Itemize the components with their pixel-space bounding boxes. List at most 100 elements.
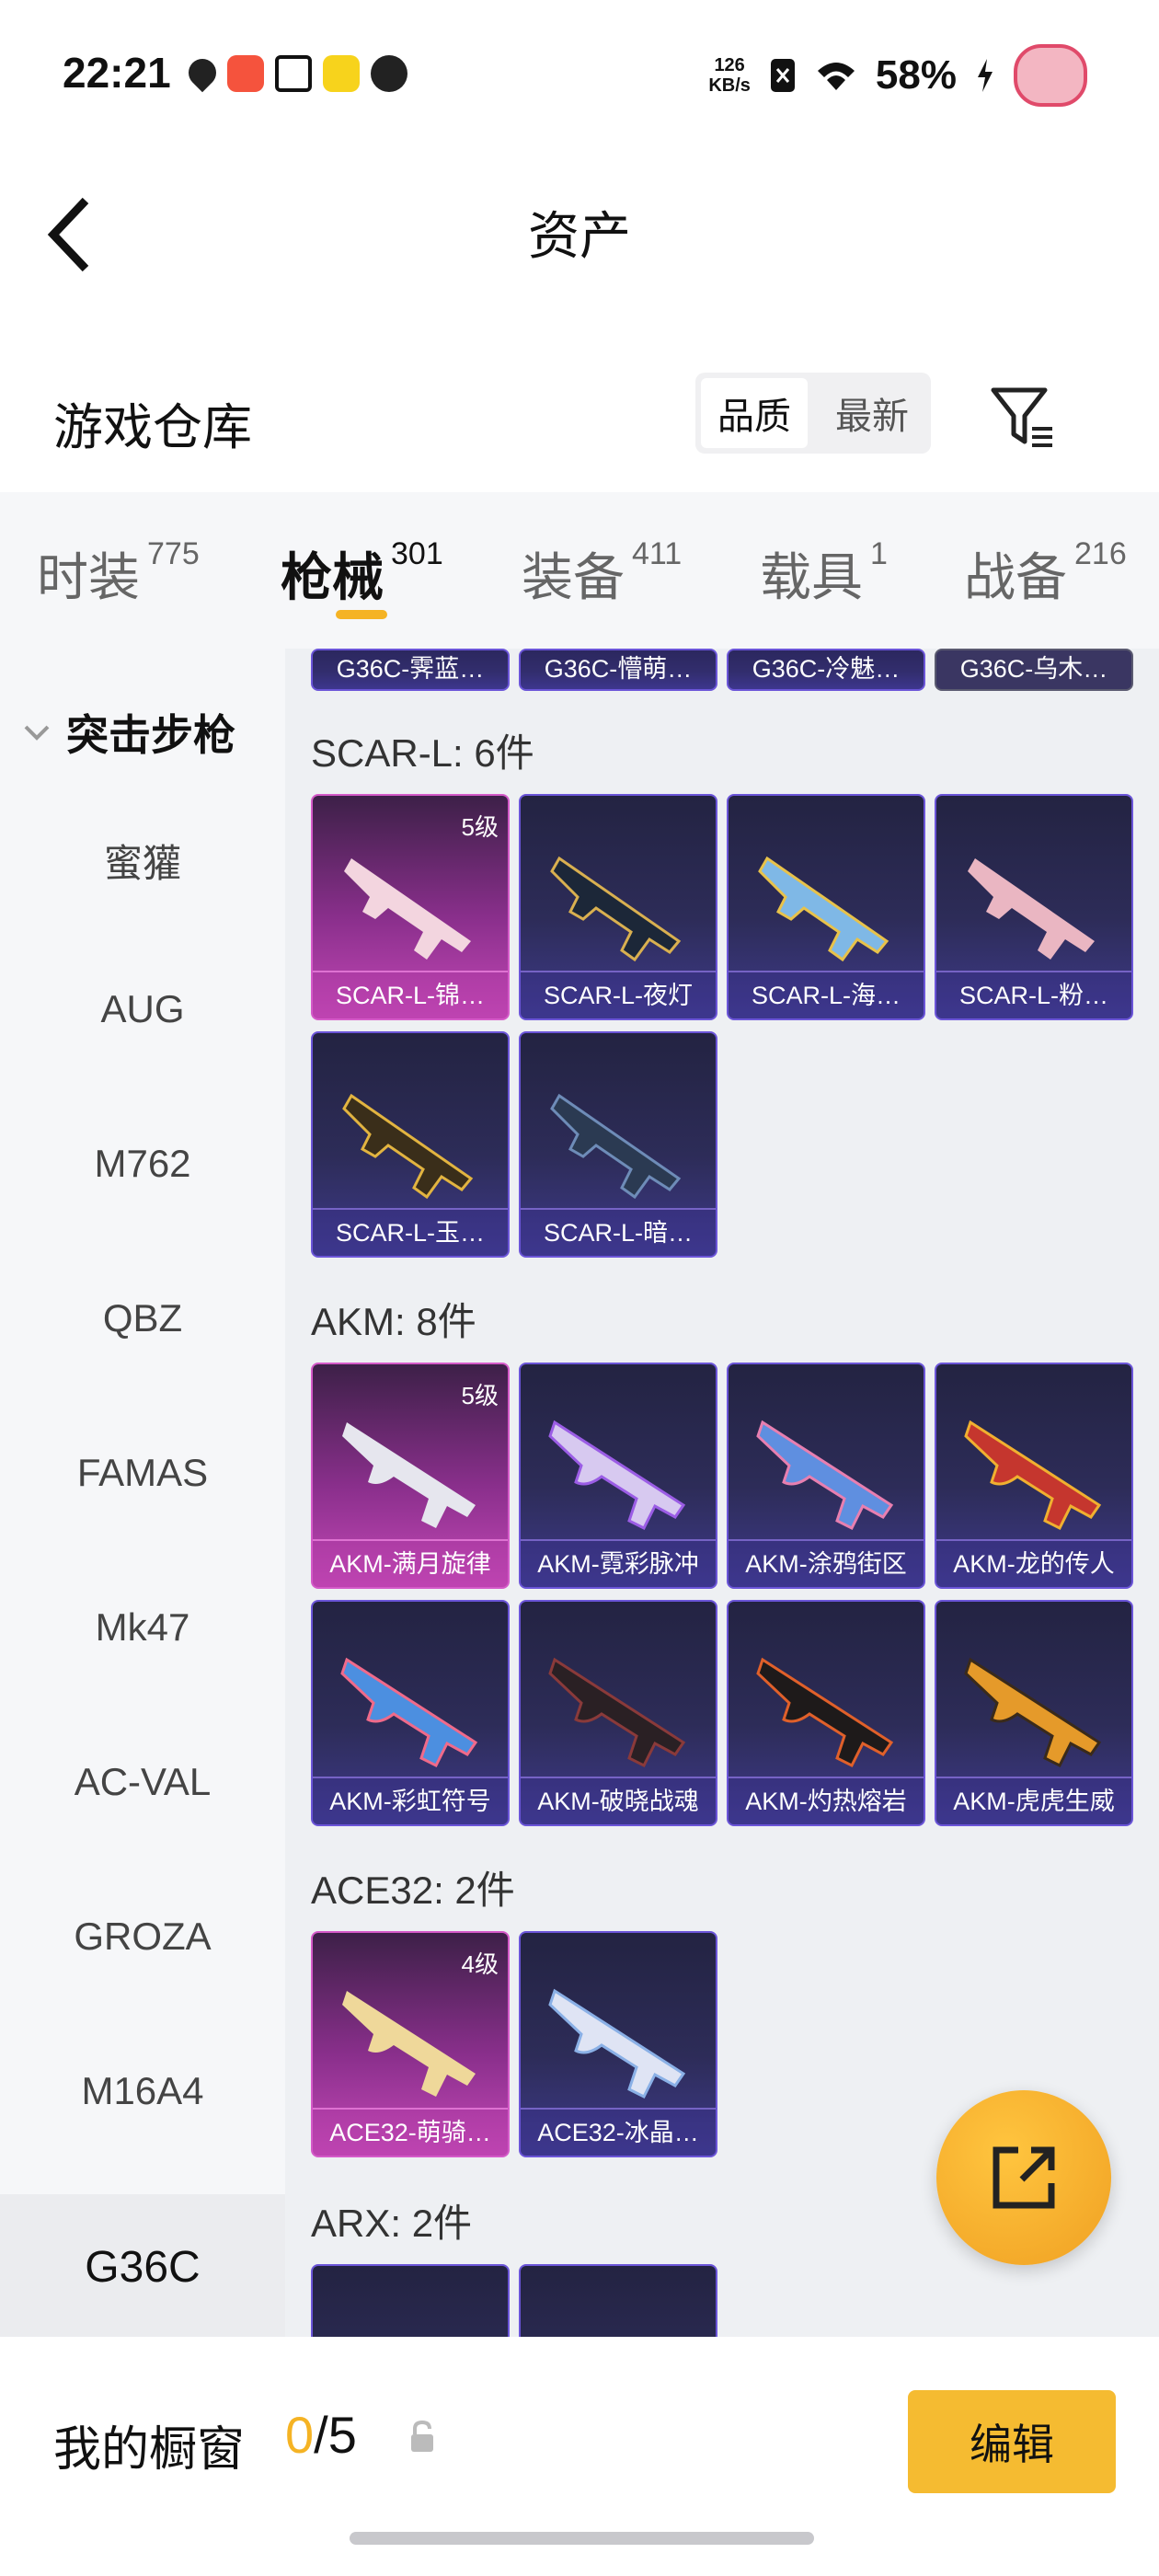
- tab-equipment[interactable]: 装备 411: [522, 536, 682, 611]
- rifle-skin-image: [968, 858, 1095, 960]
- weapon-card[interactable]: 4级 ACE32-萌骑…: [311, 1931, 510, 2157]
- group-title-akm: AKM: 8件: [311, 1300, 476, 1343]
- weapon-card[interactable]: AKM-灼热熔岩: [727, 1600, 925, 1826]
- tiktok-app-icon: [275, 55, 312, 92]
- weapon-card[interactable]: AKM-龙的传人: [935, 1363, 1133, 1589]
- weapon-card[interactable]: SCAR-L-夜灯: [519, 794, 717, 1020]
- wifi-icon: [817, 63, 855, 90]
- weapon-card[interactable]: AKM-霓彩脉冲: [519, 1363, 717, 1589]
- weapon-card[interactable]: 5级 AKM-满月旋律: [311, 1363, 510, 1589]
- tab-count: 775: [147, 536, 200, 571]
- weapon-card[interactable]: AKM-破晓战魂: [519, 1600, 717, 1826]
- lock-icon: [411, 2420, 433, 2452]
- avatar[interactable]: [1014, 44, 1087, 107]
- weapon-name: AKM-破晓战魂: [521, 1777, 716, 1824]
- level-badge: 5级: [461, 1382, 499, 1409]
- sidebar-item-famas[interactable]: FAMAS: [0, 1451, 285, 1495]
- network-speed-unit: KB/s: [708, 75, 751, 96]
- kuaishou-app-icon: [227, 55, 264, 92]
- weapon-card[interactable]: AKM-彩虹符号: [311, 1600, 510, 1826]
- weapon-card[interactable]: G36C-懵萌…: [519, 649, 717, 691]
- sidebar-category-assault-rifles[interactable]: 突击步枪: [20, 702, 235, 763]
- tab-count: 216: [1074, 536, 1127, 571]
- weapon-name: SCAR-L-暗…: [521, 1208, 716, 1256]
- tab-battle-prep[interactable]: 战备 216: [964, 536, 1127, 611]
- category-tabs: 时装 775 枪械 301 装备 411 载具 1 战备 216: [0, 492, 1159, 649]
- sort-quality-button[interactable]: 品质: [701, 378, 808, 448]
- weapon-name: SCAR-L-锦…: [313, 971, 508, 1018]
- home-indicator[interactable]: [350, 2532, 814, 2545]
- weapon-card[interactable]: SCAR-L-海…: [727, 794, 925, 1020]
- sidebar-category-label: 突击步枪: [66, 711, 235, 759]
- weapon-card[interactable]: SCAR-L-玉…: [311, 1031, 510, 1258]
- sidebar-item-aug[interactable]: AUG: [0, 987, 285, 1031]
- share-icon: [993, 2146, 1055, 2209]
- weapon-card[interactable]: AKM-涂鸦街区: [727, 1363, 925, 1589]
- rifle-skin-image: [548, 1988, 686, 2099]
- tab-label: 战备: [964, 548, 1067, 606]
- warehouse-section: 游戏仓库 品质 最新: [0, 313, 1159, 488]
- weapon-name: G36C-霁蓝…: [313, 650, 508, 689]
- sidebar-item-ac-val[interactable]: AC-VAL: [0, 1760, 285, 1804]
- weapon-name: AKM-霓彩脉冲: [521, 1539, 716, 1587]
- sort-toggle: 品质 最新: [695, 373, 931, 454]
- rifle-skin-image: [756, 1657, 894, 1768]
- rifle-skin-image: [964, 1657, 1102, 1768]
- edit-button[interactable]: 编辑: [908, 2390, 1116, 2493]
- weapon-name: SCAR-L-海…: [729, 971, 924, 1018]
- weapon-name: ACE32-冰晶…: [521, 2108, 716, 2156]
- tab-label: 载具: [760, 548, 863, 606]
- sidebar-item-mk47[interactable]: Mk47: [0, 1605, 285, 1650]
- tab-count: 301: [391, 536, 443, 571]
- weapon-name: SCAR-L-玉…: [313, 1208, 508, 1256]
- weapon-sidebar: 突击步枪 蜜獾 AUG M762 QBZ FAMAS Mk47 AC-VAL G…: [0, 649, 285, 2341]
- showcase-total: /5: [314, 2406, 357, 2464]
- showcase-current: 0: [285, 2406, 315, 2464]
- sidebar-item-honey-badger[interactable]: 蜜獾: [0, 833, 285, 889]
- share-button[interactable]: [936, 2090, 1111, 2265]
- level-badge: 5级: [461, 813, 499, 841]
- filter-icon[interactable]: [990, 385, 1056, 451]
- status-right: 126 KB/s 58%: [708, 44, 1087, 107]
- sidebar-item-m16a4[interactable]: M16A4: [0, 2069, 285, 2113]
- weapon-name: ACE32-萌骑…: [313, 2108, 508, 2156]
- weapon-card[interactable]: G36C-乌木…: [935, 649, 1133, 691]
- weapon-card[interactable]: [519, 2264, 717, 2337]
- weapon-card[interactable]: AKM-虎虎生威: [935, 1600, 1133, 1826]
- sort-latest-button[interactable]: 最新: [819, 378, 925, 448]
- tab-label: 装备: [522, 548, 625, 606]
- weapon-name: SCAR-L-粉…: [936, 971, 1131, 1018]
- weapon-card[interactable]: SCAR-L-粉…: [935, 794, 1133, 1020]
- rifle-skin-image: [344, 858, 471, 960]
- weapon-card[interactable]: [311, 2264, 510, 2337]
- rifle-skin-image: [550, 1093, 682, 1200]
- page-header: 资产: [0, 138, 1159, 313]
- sim-off-icon: [770, 59, 795, 92]
- sidebar-item-g36c[interactable]: G36C: [0, 2194, 285, 2341]
- rifle-skin-image: [550, 856, 682, 962]
- group-title-arx: ARX: 2件: [311, 2202, 473, 2245]
- tab-outfits[interactable]: 时装 775: [37, 536, 200, 611]
- weapon-name: AKM-涂鸦街区: [729, 1539, 924, 1587]
- weapon-name: AKM-虎虎生威: [936, 1777, 1131, 1824]
- level-badge: 4级: [461, 1950, 499, 1978]
- tab-weapons[interactable]: 枪械 301: [281, 536, 443, 611]
- sidebar-item-groza[interactable]: GROZA: [0, 1915, 285, 1959]
- battery-level: 58%: [875, 52, 957, 98]
- section-heading: 游戏仓库: [53, 400, 252, 455]
- charging-icon: [978, 59, 993, 92]
- tab-vehicles[interactable]: 载具 1: [760, 536, 888, 611]
- weapon-name: AKM-彩虹符号: [313, 1777, 508, 1824]
- weapon-card[interactable]: SCAR-L-暗…: [519, 1031, 717, 1258]
- weapon-name: G36C-懵萌…: [521, 650, 716, 689]
- status-bar: 22:21 126 KB/s 58%: [0, 0, 1159, 138]
- rifle-skin-image: [548, 1420, 686, 1531]
- tab-label: 时装: [37, 548, 140, 606]
- weapon-card[interactable]: 5级 SCAR-L-锦…: [311, 794, 510, 1020]
- weapon-card[interactable]: G36C-冷魅…: [727, 649, 925, 691]
- weapon-card[interactable]: G36C-霁蓝…: [311, 649, 510, 691]
- weapon-card[interactable]: ACE32-冰晶…: [519, 1931, 717, 2157]
- sidebar-item-qbz[interactable]: QBZ: [0, 1296, 285, 1340]
- sidebar-item-m762[interactable]: M762: [0, 1142, 285, 1186]
- rifle-skin-image: [548, 1657, 686, 1768]
